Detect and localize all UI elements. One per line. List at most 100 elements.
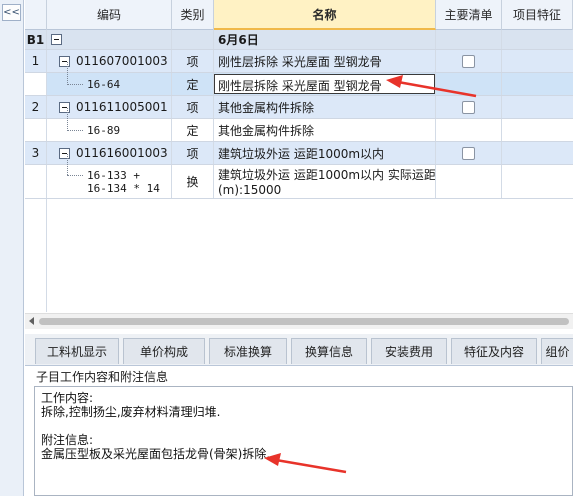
row-index: 3 <box>25 142 47 164</box>
tree-connector <box>67 130 83 131</box>
code-cell: 011611005001 <box>47 96 172 118</box>
type-cell <box>172 30 214 49</box>
scroll-left-arrow-icon[interactable] <box>29 317 34 325</box>
row-index: 2 <box>25 96 47 118</box>
name-text-line2: (m):15000 <box>218 183 282 197</box>
code-cell: 16-64 <box>47 73 172 95</box>
main-list-cell <box>436 142 502 164</box>
code-text: 16-64 <box>87 77 121 91</box>
tree-connector <box>67 108 68 131</box>
code-cell: 16-133 + 16-134 * 14 <box>47 165 172 198</box>
feature-cell[interactable] <box>502 73 573 95</box>
header-type[interactable]: 类别 <box>172 0 214 30</box>
row-index: 1 <box>25 50 47 72</box>
tab-conversion-info[interactable]: 换算信息 <box>291 338 367 364</box>
main-list-cell <box>436 30 502 49</box>
code-text: 16-89 <box>87 123 121 137</box>
feature-cell[interactable] <box>502 142 573 164</box>
collapse-toggle-icon[interactable] <box>59 147 70 159</box>
tab-pricing[interactable]: 组价 <box>541 338 573 364</box>
feature-cell <box>502 30 573 49</box>
name-cell[interactable]: 刚性层拆除 采光屋面 型钢龙骨 <box>214 73 436 95</box>
name-cell[interactable]: 建筑垃圾外运 运距1000m以内 实际运距 (m):15000 <box>214 165 436 198</box>
code-text: 011607001003 <box>76 54 168 68</box>
collapse-toggle-icon[interactable] <box>51 34 62 45</box>
row-index: B1 <box>25 30 47 49</box>
table-row[interactable]: 2 011611005001 项 其他金属构件拆除 <box>25 96 573 119</box>
table-row[interactable]: 3 011616001003 项 建筑垃圾外运 运距1000m以内 <box>25 142 573 165</box>
work-content-text: 拆除,控制扬尘,废弃材料清理归堆. <box>41 405 221 419</box>
tab-feature-content[interactable]: 特征及内容 <box>451 338 537 364</box>
info-panel-textbox[interactable]: 工作内容: 拆除,控制扬尘,废弃材料清理归堆. 附注信息: 金属压型板及采光屋面… <box>34 386 573 496</box>
code-text: 011611005001 <box>76 100 168 114</box>
tab-labor-material[interactable]: 工料机显示 <box>35 338 119 364</box>
name-edit-box[interactable]: 刚性层拆除 采光屋面 型钢龙骨 <box>214 74 435 94</box>
note-label: 附注信息: <box>41 433 94 447</box>
main-list-cell <box>436 50 502 72</box>
tab-unit-price[interactable]: 单价构成 <box>123 338 205 364</box>
work-content-label: 工作内容: <box>41 391 94 405</box>
main-list-checkbox[interactable] <box>462 146 475 160</box>
type-cell: 定 <box>172 73 214 95</box>
name-text-line1: 建筑垃圾外运 运距1000m以内 实际运距 <box>218 168 436 182</box>
table-row[interactable]: 16-89 定 其他金属构件拆除 <box>25 119 573 142</box>
type-cell: 换 <box>172 165 214 198</box>
code-cell: 011607001003 <box>47 50 172 72</box>
table-row[interactable]: 1 011607001003 项 刚性层拆除 采光屋面 型钢龙骨 <box>25 50 573 73</box>
name-cell[interactable]: 建筑垃圾外运 运距1000m以内 <box>214 142 436 164</box>
name-edit-text: 刚性层拆除 采光屋面 型钢龙骨 <box>218 79 382 93</box>
tree-connector <box>67 175 83 176</box>
tree-connector <box>67 154 68 175</box>
row-index <box>25 119 47 141</box>
main-list-cell <box>436 73 502 95</box>
tab-install-fee[interactable]: 安装费用 <box>371 338 447 364</box>
scrollbar-thumb[interactable] <box>39 318 569 325</box>
code-text: 011616001003 <box>76 146 168 160</box>
collapse-toggle-icon[interactable] <box>59 101 70 113</box>
table-row-selected[interactable]: 16-64 定 刚性层拆除 采光屋面 型钢龙骨 <box>25 73 573 96</box>
column-divider <box>46 199 47 312</box>
type-cell: 项 <box>172 96 214 118</box>
tree-connector <box>67 84 83 85</box>
main-list-cell <box>436 96 502 118</box>
horizontal-scrollbar[interactable] <box>25 313 573 329</box>
row-index <box>25 73 47 95</box>
header-main-list[interactable]: 主要清单 <box>436 0 502 30</box>
main-list-cell <box>436 165 502 198</box>
feature-cell[interactable] <box>502 96 573 118</box>
grid-header: 编码 类别 名称 主要清单 项目特征 <box>25 0 573 30</box>
collapse-panel-button[interactable]: << <box>2 4 21 21</box>
feature-cell[interactable] <box>502 119 573 141</box>
type-cell: 项 <box>172 50 214 72</box>
code-text-line1: 16-133 + <box>87 168 140 182</box>
bill-grid: 编码 类别 名称 主要清单 项目特征 B1 6月6日 1 01160700100… <box>25 0 573 312</box>
type-cell: 定 <box>172 119 214 141</box>
main-list-cell <box>436 119 502 141</box>
type-cell: 项 <box>172 142 214 164</box>
header-code[interactable]: 编码 <box>47 0 172 30</box>
name-cell[interactable]: 其他金属构件拆除 <box>214 96 436 118</box>
note-text: 金属压型板及采光屋面包括龙骨(骨架)拆除. <box>41 447 271 461</box>
name-cell[interactable]: 其他金属构件拆除 <box>214 119 436 141</box>
tab-standard-conversion[interactable]: 标准换算 <box>209 338 287 364</box>
feature-cell[interactable] <box>502 165 573 198</box>
header-feature[interactable]: 项目特征 <box>502 0 573 30</box>
main-list-checkbox[interactable] <box>462 54 475 68</box>
code-text-line2: 16-134 * 14 <box>87 181 160 195</box>
row-index <box>25 165 47 198</box>
main-list-checkbox[interactable] <box>462 100 475 114</box>
tree-connector <box>67 62 68 85</box>
header-name[interactable]: 名称 <box>214 0 436 30</box>
group-toggle-cell <box>47 30 172 49</box>
feature-cell[interactable] <box>502 50 573 72</box>
table-row[interactable]: 16-133 + 16-134 * 14 换 建筑垃圾外运 运距1000m以内 … <box>25 165 573 199</box>
name-cell[interactable]: 刚性层拆除 采光屋面 型钢龙骨 <box>214 50 436 72</box>
detail-tabbar: 工料机显示 单价构成 标准换算 换算信息 安装费用 特征及内容 组价 <box>25 334 573 366</box>
group-name: 6月6日 <box>214 30 436 49</box>
group-row[interactable]: B1 6月6日 <box>25 30 573 50</box>
code-cell: 16-89 <box>47 119 172 141</box>
collapse-toggle-icon[interactable] <box>59 55 70 67</box>
info-panel-title: 子目工作内容和附注信息 <box>36 370 169 384</box>
header-index <box>25 0 47 30</box>
